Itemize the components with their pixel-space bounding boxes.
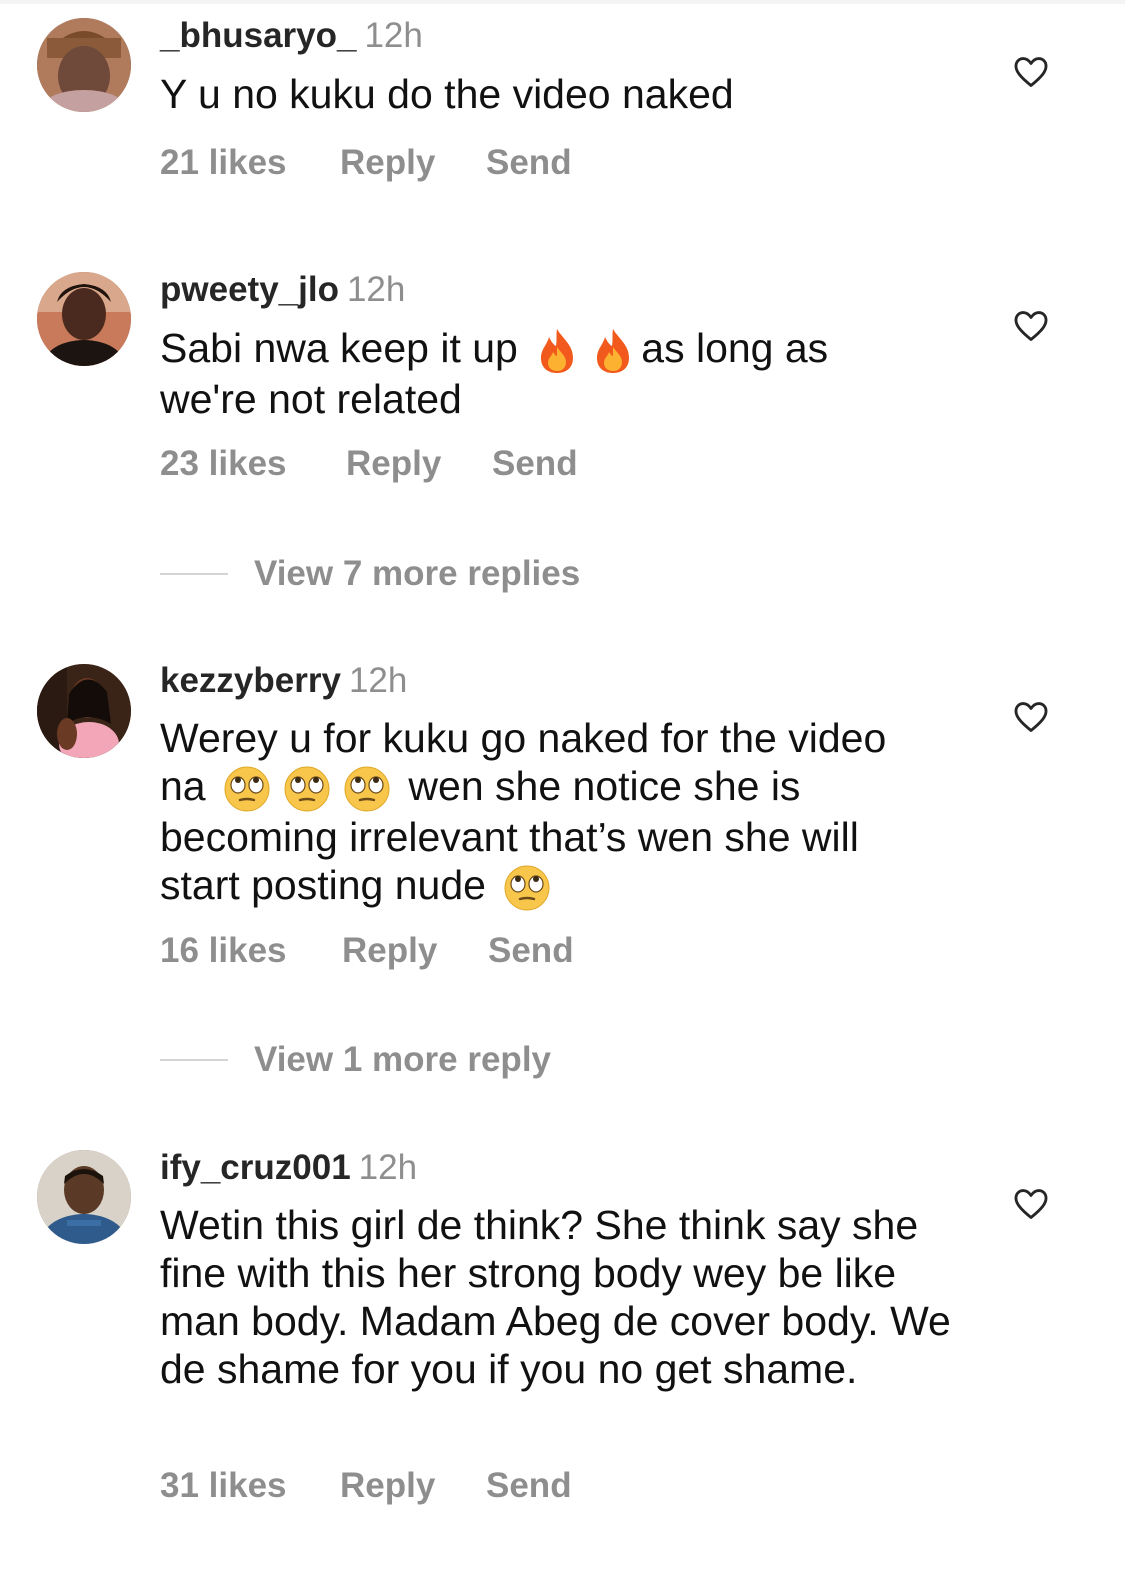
avatar[interactable] [37, 18, 131, 112]
reply-button[interactable]: Reply [346, 444, 492, 484]
comment-text: Werey u for kuku go naked for the video … [160, 714, 980, 912]
timestamp: 12h [364, 16, 423, 55]
comment-header: kezzyberry 12h [160, 661, 407, 701]
comment-text-part: we're not related [160, 376, 462, 423]
send-button[interactable]: Send [492, 444, 578, 484]
face-with-rolling-eyes-emoji [503, 864, 551, 912]
likes-count[interactable]: 16 likes [160, 931, 342, 971]
fire-emoji [535, 327, 579, 375]
send-button[interactable]: Send [488, 931, 574, 971]
comment-text-part: na [160, 763, 206, 809]
comment-text-part: start posting nude [160, 862, 486, 909]
comment-text-part: wen she notice she is [408, 763, 801, 809]
heart-outline-icon[interactable] [1012, 698, 1050, 736]
timestamp: 12h [358, 1148, 418, 1187]
username[interactable]: kezzyberry [160, 661, 341, 700]
view-replies-label[interactable]: View 1 more reply [254, 1040, 551, 1079]
avatar[interactable] [37, 272, 131, 366]
comment-actions: 31 likes Reply Send [160, 1466, 572, 1506]
replies-divider-line [160, 573, 228, 575]
fire-emoji [591, 327, 635, 375]
likes-count[interactable]: 23 likes [160, 444, 346, 484]
likes-count[interactable]: 21 likes [160, 143, 340, 183]
comment-actions: 21 likes Reply Send [160, 143, 572, 183]
likes-count[interactable]: 31 likes [160, 1466, 340, 1506]
view-more-replies[interactable]: View 1 more reply [160, 1040, 551, 1080]
heart-outline-icon[interactable] [1012, 307, 1050, 345]
comment-text-part: becoming irrelevant that’s wen she will [160, 814, 859, 861]
face-with-rolling-eyes-emoji [343, 765, 391, 813]
comment-text: Wetin this girl de think? She think say … [160, 1202, 951, 1392]
comment-text-part: Werey u for kuku go naked for the video [160, 715, 887, 761]
comment-text: Y u no kuku do the video naked [160, 71, 734, 117]
comment-text: Sabi nwa keep it up as long as we're not… [160, 324, 980, 423]
comment-header: _bhusaryo_ 12h [160, 16, 423, 56]
timestamp: 12h [346, 270, 406, 309]
comment-text-part: as long as [641, 325, 829, 371]
comment-header: ify_cruz001 12h [160, 1148, 417, 1188]
timestamp: 12h [348, 661, 408, 700]
reply-button[interactable]: Reply [340, 143, 486, 183]
username[interactable]: pweety_jlo [160, 270, 339, 309]
username[interactable]: ify_cruz001 [160, 1148, 351, 1187]
send-button[interactable]: Send [486, 143, 572, 183]
face-with-rolling-eyes-emoji [223, 765, 271, 813]
comment-actions: 23 likes Reply Send [160, 444, 578, 484]
heart-outline-icon[interactable] [1012, 53, 1050, 91]
comment-header: pweety_jlo 12h [160, 270, 405, 310]
reply-button[interactable]: Reply [340, 1466, 486, 1506]
top-edge-divider [0, 0, 1125, 4]
view-replies-label[interactable]: View 7 more replies [254, 554, 580, 593]
send-button[interactable]: Send [486, 1466, 572, 1506]
comment-text-part: Sabi nwa keep it up [160, 325, 518, 371]
replies-divider-line [160, 1059, 228, 1061]
heart-outline-icon[interactable] [1012, 1185, 1050, 1223]
avatar[interactable] [37, 664, 131, 758]
avatar[interactable] [37, 1150, 131, 1244]
comment-actions: 16 likes Reply Send [160, 931, 574, 971]
reply-button[interactable]: Reply [342, 931, 488, 971]
username[interactable]: _bhusaryo_ [160, 16, 356, 55]
face-with-rolling-eyes-emoji [283, 765, 331, 813]
view-more-replies[interactable]: View 7 more replies [160, 554, 580, 594]
